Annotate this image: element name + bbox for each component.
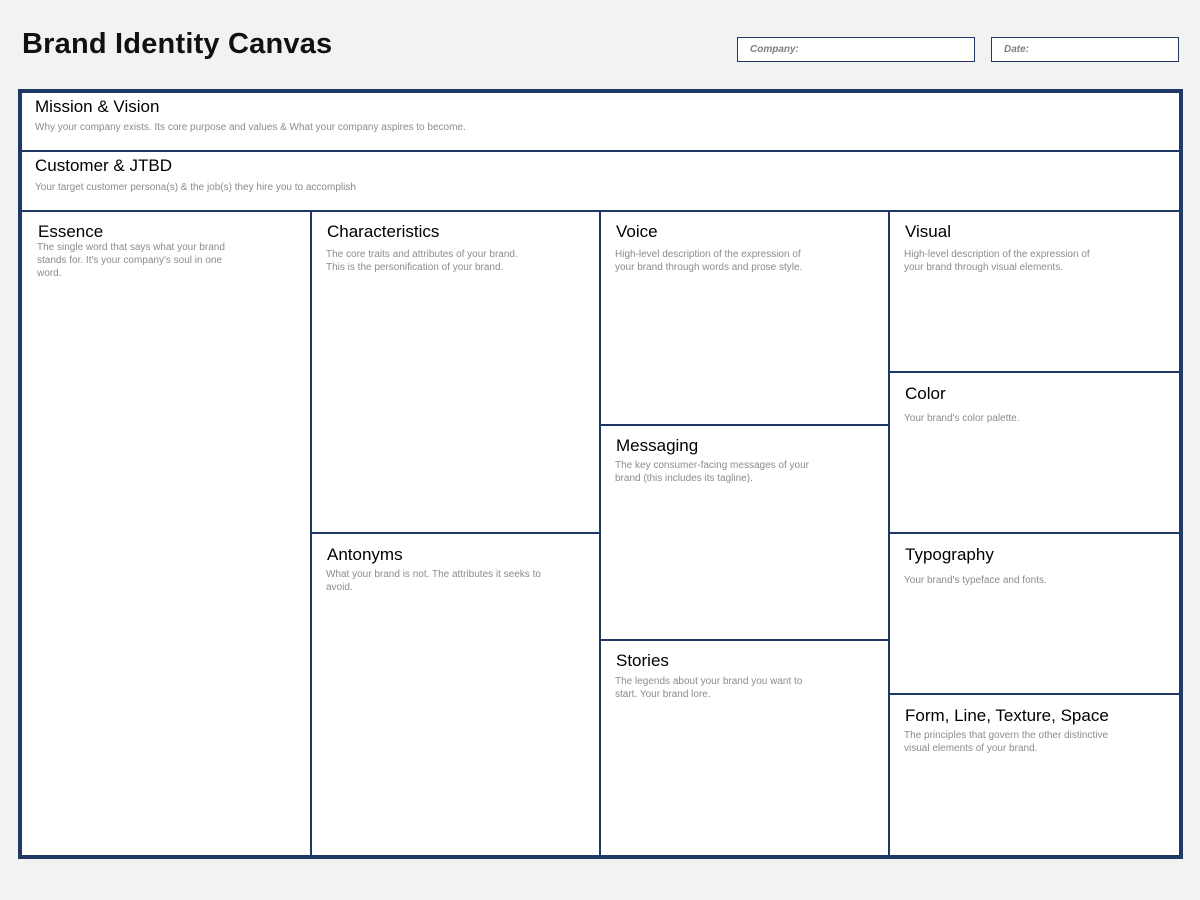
- form-line-texture-space-box[interactable]: Form, Line, Texture, Space The principle…: [890, 695, 1179, 855]
- characteristics-description: The core traits and attributes of your b…: [326, 249, 518, 273]
- visual-box[interactable]: Visual High-level description of the exp…: [890, 212, 1179, 371]
- antonyms-box[interactable]: Antonyms What your brand is not. The att…: [312, 534, 599, 855]
- date-label: Date:: [1004, 44, 1030, 55]
- voice-description: High-level description of the expression…: [615, 249, 803, 273]
- typography-title: Typography: [905, 545, 994, 564]
- form-line-texture-space-title: Form, Line, Texture, Space: [905, 706, 1109, 725]
- canvas-board: Mission & Vision Why your company exists…: [18, 89, 1183, 859]
- stories-box[interactable]: Stories The legends about your brand you…: [601, 641, 888, 855]
- characteristics-title: Characteristics: [327, 222, 440, 241]
- page-title: Brand Identity Canvas: [22, 28, 333, 60]
- characteristics-box[interactable]: Characteristics The core traits and attr…: [312, 212, 599, 532]
- date-field[interactable]: Date:: [991, 37, 1179, 62]
- antonyms-title: Antonyms: [327, 545, 403, 564]
- company-field[interactable]: Company:: [737, 37, 975, 62]
- messaging-title: Messaging: [616, 436, 699, 455]
- mission-vision-title: Mission & Vision: [35, 97, 160, 116]
- typography-box[interactable]: Typography Your brand's typeface and fon…: [890, 534, 1179, 693]
- antonyms-description: What your brand is not. The attributes i…: [326, 569, 541, 593]
- stories-title: Stories: [616, 651, 669, 670]
- typography-description: Your brand's typeface and fonts.: [904, 575, 1047, 586]
- mission-vision-description: Why your company exists. Its core purpos…: [35, 122, 466, 133]
- color-box[interactable]: Color Your brand's color palette.: [890, 373, 1179, 532]
- form-line-texture-space-description: The principles that govern the other dis…: [904, 730, 1108, 754]
- essence-title: Essence: [38, 222, 104, 241]
- customer-jtbd-box[interactable]: Customer & JTBD Your target customer per…: [22, 152, 1179, 210]
- stories-description: The legends about your brand you want to…: [615, 676, 803, 700]
- company-label: Company:: [750, 44, 799, 55]
- visual-title: Visual: [905, 222, 951, 241]
- messaging-description: The key consumer-facing messages of your…: [615, 460, 809, 484]
- essence-box[interactable]: Essence The single word that says what y…: [22, 212, 310, 855]
- customer-jtbd-title: Customer & JTBD: [35, 156, 172, 175]
- messaging-box[interactable]: Messaging The key consumer-facing messag…: [601, 426, 888, 639]
- essence-description: The single word that says what your bran…: [37, 242, 225, 279]
- voice-title: Voice: [616, 222, 658, 241]
- customer-jtbd-description: Your target customer persona(s) & the jo…: [35, 182, 356, 193]
- color-title: Color: [905, 384, 946, 403]
- visual-description: High-level description of the expression…: [904, 249, 1090, 273]
- mission-vision-box[interactable]: Mission & Vision Why your company exists…: [22, 93, 1179, 150]
- voice-box[interactable]: Voice High-level description of the expr…: [601, 212, 888, 424]
- color-description: Your brand's color palette.: [904, 413, 1020, 424]
